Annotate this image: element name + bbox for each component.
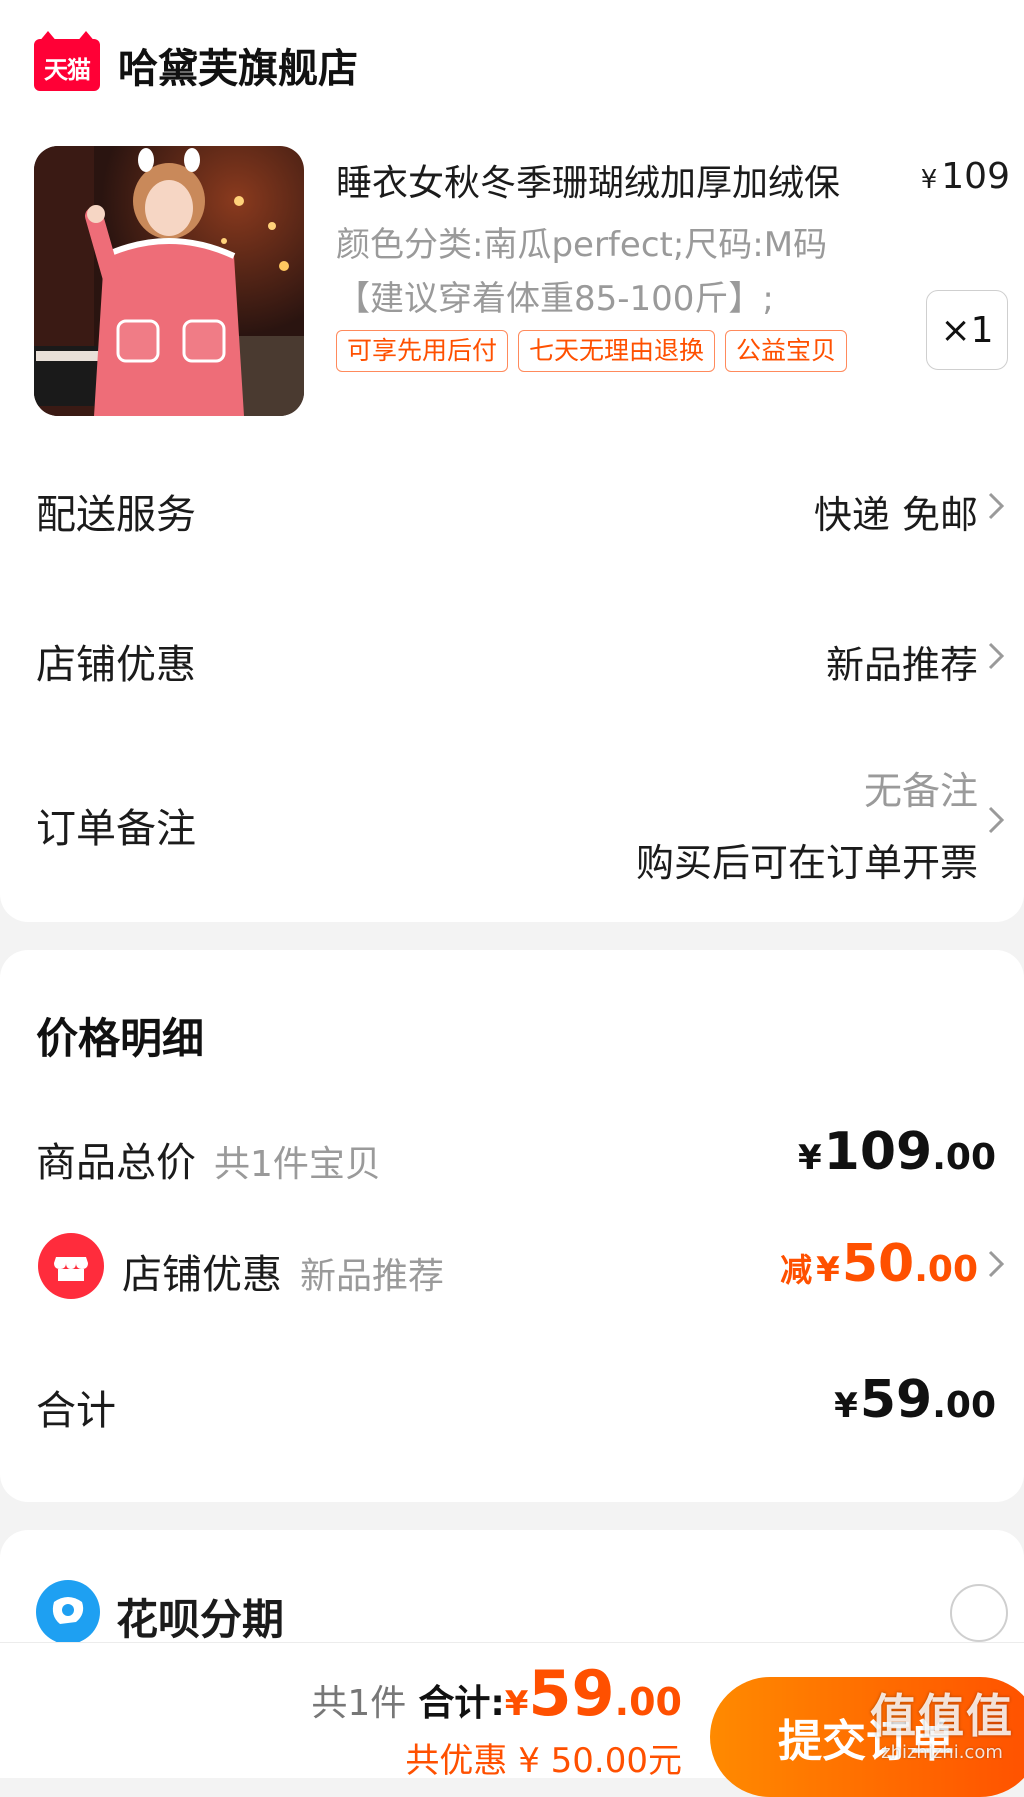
checkout-total-label: 合计:	[418, 1683, 505, 1724]
checkout-total: 共1件 合计: ¥59.00	[311, 1657, 682, 1730]
total-discount: 共优惠 ¥ 50.00元	[405, 1741, 682, 1781]
tag-pay-later: 可享先用后付	[336, 330, 509, 372]
price-detail-title: 价格明细	[36, 1014, 205, 1063]
order-note-placeholder: 无备注	[863, 769, 978, 813]
sku-line: 颜色分类:南瓜perfect;尺码:M码	[336, 225, 828, 265]
goods-total-amount: ¥109.00	[798, 1122, 996, 1182]
quantity-stepper[interactable]: ×1	[926, 290, 1008, 370]
store-discount-detail-sub: 新品推荐	[300, 1256, 445, 1297]
store-discount-detail-label: 店铺优惠	[122, 1252, 282, 1298]
huabei-icon	[36, 1580, 100, 1644]
tmall-logo: 天猫	[34, 31, 100, 91]
store-discount-amount: 减 ¥50.00	[780, 1234, 978, 1294]
chevron-right-icon	[988, 1250, 1005, 1278]
product-image[interactable]	[34, 146, 304, 416]
huabei-radio[interactable]	[950, 1584, 1008, 1642]
tag-charity: 公益宝贝	[725, 330, 848, 372]
price-detail-card: 价格明细 商品总价 共1件宝贝 ¥109.00 店铺优惠 新品推荐 减 ¥50.00 …	[0, 950, 1024, 1502]
product-price: ¥109	[920, 156, 1010, 197]
goods-total-label: 商品总价	[36, 1140, 196, 1186]
chevron-right-icon	[988, 806, 1005, 834]
delivery-value: 快递 免邮	[813, 493, 978, 537]
chevron-right-icon	[988, 642, 1005, 670]
store-discount-value: 新品推荐	[825, 643, 978, 687]
huabei-label: 花呗分期	[116, 1595, 285, 1644]
order-note-label: 订单备注	[36, 806, 196, 852]
submit-order-button[interactable]: 提交订单	[710, 1677, 1024, 1797]
shop-icon	[38, 1233, 104, 1299]
checkout-total-amount: ¥59.00	[504, 1657, 682, 1730]
store-header[interactable]: 天猫 哈黛芙旗舰店	[34, 31, 358, 96]
store-order-card: 天猫 哈黛芙旗舰店 睡衣女秋冬季珊瑚绒加厚加绒保 ¥ 109 颜色分类:南瓜pe…	[0, 0, 1024, 922]
invoice-hint: 购买后可在订单开票	[635, 841, 978, 885]
goods-count: 共1件宝贝	[214, 1144, 381, 1185]
order-total-amount: ¥59.00	[834, 1370, 996, 1430]
store-discount-label: 店铺优惠	[36, 642, 196, 688]
store-name[interactable]: 哈黛芙旗舰店	[118, 36, 358, 94]
product-sku: 颜色分类:南瓜perfect;尺码:M码 【建议穿着体重85-100斤】;	[336, 218, 916, 326]
chevron-right-icon	[988, 492, 1005, 520]
order-total-label: 合计	[36, 1388, 116, 1434]
item-count: 共1件	[311, 1683, 407, 1724]
service-tags: 可享先用后付 七天无理由退换 公益宝贝	[336, 330, 848, 372]
tag-seven-day-return: 七天无理由退换	[518, 330, 716, 372]
product-title[interactable]: 睡衣女秋冬季珊瑚绒加厚加绒保	[336, 154, 840, 206]
sku-line: 【建议穿着体重85-100斤】;	[336, 279, 774, 319]
delivery-label: 配送服务	[36, 492, 196, 538]
checkout-bar: 共1件 合计: ¥59.00 共优惠 ¥ 50.00元 提交订单	[0, 1642, 1024, 1797]
